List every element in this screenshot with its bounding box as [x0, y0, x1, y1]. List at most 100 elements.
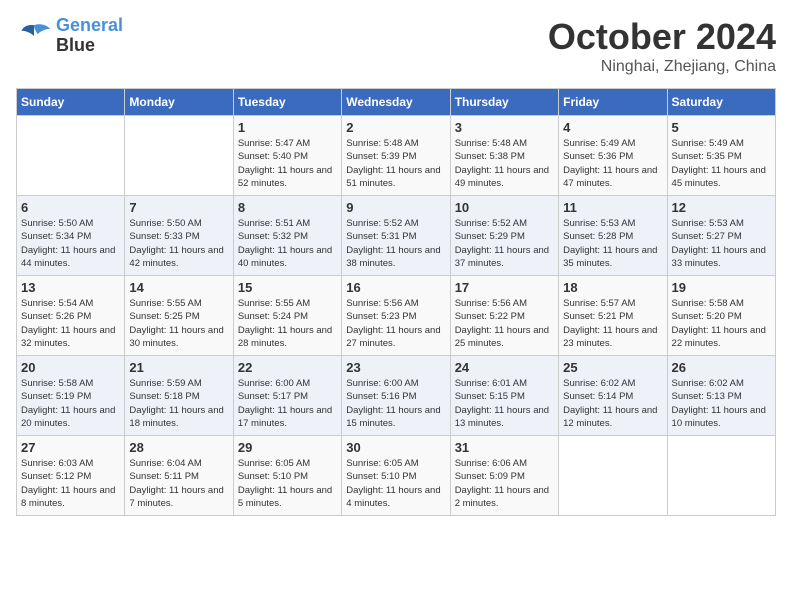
day-info: Sunrise: 6:00 AM Sunset: 5:16 PM Dayligh…: [346, 377, 445, 430]
day-number: 16: [346, 280, 445, 295]
day-number: 30: [346, 440, 445, 455]
calendar-week-2: 6Sunrise: 5:50 AM Sunset: 5:34 PM Daylig…: [17, 196, 776, 276]
day-info: Sunrise: 6:05 AM Sunset: 5:10 PM Dayligh…: [346, 457, 445, 510]
day-number: 21: [129, 360, 228, 375]
calendar-header: SundayMondayTuesdayWednesdayThursdayFrid…: [17, 89, 776, 116]
location: Ninghai, Zhejiang, China: [548, 58, 776, 76]
day-number: 27: [21, 440, 120, 455]
day-info: Sunrise: 5:53 AM Sunset: 5:28 PM Dayligh…: [563, 217, 662, 270]
day-info: Sunrise: 5:52 AM Sunset: 5:29 PM Dayligh…: [455, 217, 554, 270]
day-info: Sunrise: 5:56 AM Sunset: 5:23 PM Dayligh…: [346, 297, 445, 350]
day-info: Sunrise: 6:02 AM Sunset: 5:13 PM Dayligh…: [672, 377, 771, 430]
day-number: 14: [129, 280, 228, 295]
day-info: Sunrise: 5:59 AM Sunset: 5:18 PM Dayligh…: [129, 377, 228, 430]
calendar-body: 1 Sunrise: 5:47 AM Sunset: 5:40 PM Daylig…: [17, 116, 776, 516]
day-info: Sunrise: 5:47 AM Sunset: 5:40 PM Dayligh…: [238, 137, 337, 190]
day-info: Sunrise: 5:48 AM Sunset: 5:39 PM Dayligh…: [346, 137, 445, 190]
day-info: Sunrise: 6:03 AM Sunset: 5:12 PM Dayligh…: [21, 457, 120, 510]
day-info: Sunrise: 5:51 AM Sunset: 5:32 PM Dayligh…: [238, 217, 337, 270]
calendar-week-1: 1 Sunrise: 5:47 AM Sunset: 5:40 PM Daylig…: [17, 116, 776, 196]
calendar-cell: 16 Sunrise: 5:56 AM Sunset: 5:23 PM Dayli…: [342, 276, 450, 356]
calendar-table: SundayMondayTuesdayWednesdayThursdayFrid…: [16, 88, 776, 516]
weekday-friday: Friday: [559, 89, 667, 116]
day-number: 5: [672, 120, 771, 135]
calendar-cell: 14 Sunrise: 5:55 AM Sunset: 5:25 PM Dayli…: [125, 276, 233, 356]
day-info: Sunrise: 5:49 AM Sunset: 5:35 PM Dayligh…: [672, 137, 771, 190]
day-number: 18: [563, 280, 662, 295]
day-info: Sunrise: 5:55 AM Sunset: 5:24 PM Dayligh…: [238, 297, 337, 350]
month-title: October 2024: [548, 16, 776, 58]
day-number: 31: [455, 440, 554, 455]
page-header: General Blue October 2024 Ninghai, Zheji…: [16, 16, 776, 76]
calendar-cell: 24 Sunrise: 6:01 AM Sunset: 5:15 PM Dayli…: [450, 356, 558, 436]
day-info: Sunrise: 5:52 AM Sunset: 5:31 PM Dayligh…: [346, 217, 445, 270]
weekday-wednesday: Wednesday: [342, 89, 450, 116]
day-number: 8: [238, 200, 337, 215]
day-number: 10: [455, 200, 554, 215]
calendar-cell: 3 Sunrise: 5:48 AM Sunset: 5:38 PM Daylig…: [450, 116, 558, 196]
calendar-cell: 29Sunrise: 6:05 AM Sunset: 5:10 PM Dayli…: [233, 436, 341, 516]
day-number: 20: [21, 360, 120, 375]
day-number: 15: [238, 280, 337, 295]
calendar-cell: 18 Sunrise: 5:57 AM Sunset: 5:21 PM Dayli…: [559, 276, 667, 356]
day-number: 25: [563, 360, 662, 375]
day-info: Sunrise: 5:50 AM Sunset: 5:33 PM Dayligh…: [129, 217, 228, 270]
day-info: Sunrise: 5:54 AM Sunset: 5:26 PM Dayligh…: [21, 297, 120, 350]
day-number: 22: [238, 360, 337, 375]
calendar-cell: 12Sunrise: 5:53 AM Sunset: 5:27 PM Dayli…: [667, 196, 775, 276]
day-number: 28: [129, 440, 228, 455]
weekday-saturday: Saturday: [667, 89, 775, 116]
logo: General Blue: [16, 16, 123, 56]
weekday-header-row: SundayMondayTuesdayWednesdayThursdayFrid…: [17, 89, 776, 116]
day-number: 19: [672, 280, 771, 295]
day-number: 9: [346, 200, 445, 215]
weekday-sunday: Sunday: [17, 89, 125, 116]
day-info: Sunrise: 6:04 AM Sunset: 5:11 PM Dayligh…: [129, 457, 228, 510]
day-info: Sunrise: 6:02 AM Sunset: 5:14 PM Dayligh…: [563, 377, 662, 430]
weekday-tuesday: Tuesday: [233, 89, 341, 116]
calendar-week-5: 27 Sunrise: 6:03 AM Sunset: 5:12 PM Dayli…: [17, 436, 776, 516]
day-number: 2: [346, 120, 445, 135]
day-info: Sunrise: 6:00 AM Sunset: 5:17 PM Dayligh…: [238, 377, 337, 430]
day-info: Sunrise: 5:57 AM Sunset: 5:21 PM Dayligh…: [563, 297, 662, 350]
day-number: 23: [346, 360, 445, 375]
calendar-cell: 17 Sunrise: 5:56 AM Sunset: 5:22 PM Dayli…: [450, 276, 558, 356]
calendar-cell: 2 Sunrise: 5:48 AM Sunset: 5:39 PM Daylig…: [342, 116, 450, 196]
calendar-cell: 9 Sunrise: 5:52 AM Sunset: 5:31 PM Daylig…: [342, 196, 450, 276]
calendar-cell: 11Sunrise: 5:53 AM Sunset: 5:28 PM Dayli…: [559, 196, 667, 276]
day-info: Sunrise: 6:01 AM Sunset: 5:15 PM Dayligh…: [455, 377, 554, 430]
day-number: 17: [455, 280, 554, 295]
day-number: 24: [455, 360, 554, 375]
calendar-cell: 23 Sunrise: 6:00 AM Sunset: 5:16 PM Dayli…: [342, 356, 450, 436]
calendar-cell: 13 Sunrise: 5:54 AM Sunset: 5:26 PM Dayli…: [17, 276, 125, 356]
day-number: 3: [455, 120, 554, 135]
calendar-cell: 25 Sunrise: 6:02 AM Sunset: 5:14 PM Dayli…: [559, 356, 667, 436]
day-info: Sunrise: 5:55 AM Sunset: 5:25 PM Dayligh…: [129, 297, 228, 350]
day-info: Sunrise: 6:05 AM Sunset: 5:10 PM Dayligh…: [238, 457, 337, 510]
calendar-cell: [667, 436, 775, 516]
calendar-cell: 7 Sunrise: 5:50 AM Sunset: 5:33 PM Daylig…: [125, 196, 233, 276]
day-info: Sunrise: 5:49 AM Sunset: 5:36 PM Dayligh…: [563, 137, 662, 190]
day-number: 6: [21, 200, 120, 215]
logo-text: General Blue: [56, 16, 123, 56]
calendar-cell: 5 Sunrise: 5:49 AM Sunset: 5:35 PM Daylig…: [667, 116, 775, 196]
day-number: 13: [21, 280, 120, 295]
calendar-cell: [17, 116, 125, 196]
day-number: 7: [129, 200, 228, 215]
day-info: Sunrise: 5:48 AM Sunset: 5:38 PM Dayligh…: [455, 137, 554, 190]
calendar-cell: 20Sunrise: 5:58 AM Sunset: 5:19 PM Dayli…: [17, 356, 125, 436]
day-info: Sunrise: 5:56 AM Sunset: 5:22 PM Dayligh…: [455, 297, 554, 350]
day-info: Sunrise: 5:58 AM Sunset: 5:20 PM Dayligh…: [672, 297, 771, 350]
day-number: 12: [672, 200, 771, 215]
day-number: 1: [238, 120, 337, 135]
calendar-cell: 30 Sunrise: 6:05 AM Sunset: 5:10 PM Dayli…: [342, 436, 450, 516]
day-info: Sunrise: 6:06 AM Sunset: 5:09 PM Dayligh…: [455, 457, 554, 510]
calendar-cell: 26Sunrise: 6:02 AM Sunset: 5:13 PM Dayli…: [667, 356, 775, 436]
weekday-monday: Monday: [125, 89, 233, 116]
calendar-cell: 8 Sunrise: 5:51 AM Sunset: 5:32 PM Daylig…: [233, 196, 341, 276]
day-number: 4: [563, 120, 662, 135]
logo-icon: [16, 21, 52, 51]
calendar-cell: 6Sunrise: 5:50 AM Sunset: 5:34 PM Daylig…: [17, 196, 125, 276]
calendar-cell: [125, 116, 233, 196]
calendar-cell: 15 Sunrise: 5:55 AM Sunset: 5:24 PM Dayli…: [233, 276, 341, 356]
